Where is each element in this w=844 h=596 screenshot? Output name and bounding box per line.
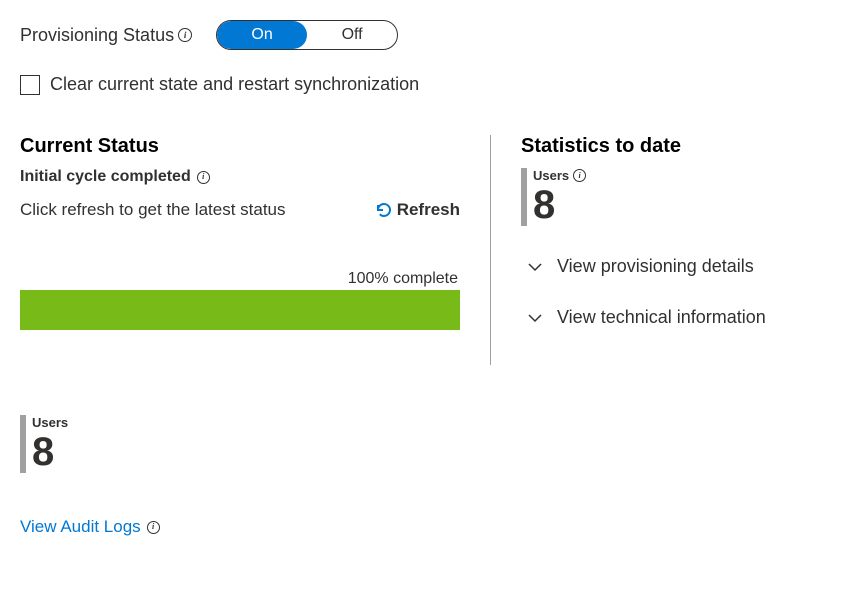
stat-accent-bar xyxy=(521,168,527,226)
stat-accent-bar xyxy=(20,415,26,473)
provisioning-status-toggle[interactable]: On Off xyxy=(216,20,398,50)
stat-users-label: Users xyxy=(533,168,569,183)
refresh-button-label: Refresh xyxy=(397,200,460,220)
view-audit-logs-link[interactable]: View Audit Logs i xyxy=(20,517,160,537)
statistics-heading: Statistics to date xyxy=(521,135,824,158)
refresh-hint: Click refresh to get the latest status xyxy=(20,200,286,220)
chevron-down-icon xyxy=(527,259,543,275)
info-icon[interactable]: i xyxy=(573,169,586,182)
progress-bar xyxy=(20,290,460,330)
clear-state-label: Clear current state and restart synchron… xyxy=(50,74,419,95)
stat-users-value: 8 xyxy=(533,185,586,225)
expand-label: View technical information xyxy=(557,307,766,328)
info-icon[interactable]: i xyxy=(147,521,160,534)
expand-label: View provisioning details xyxy=(557,256,754,277)
clear-state-checkbox[interactable] xyxy=(20,75,40,95)
stat-users-value: 8 xyxy=(32,432,68,472)
refresh-icon xyxy=(375,201,393,219)
provisioning-status-label: Provisioning Status xyxy=(20,25,174,46)
progress-label: 100% complete xyxy=(20,270,460,288)
current-status-heading: Current Status xyxy=(20,135,460,158)
link-label: View Audit Logs xyxy=(20,517,141,537)
toggle-off[interactable]: Off xyxy=(307,21,397,49)
expand-technical-information[interactable]: View technical information xyxy=(521,307,824,328)
toggle-on[interactable]: On xyxy=(217,21,307,49)
chevron-down-icon xyxy=(527,310,543,326)
stat-users-label: Users xyxy=(32,415,68,430)
expand-provisioning-details[interactable]: View provisioning details xyxy=(521,256,824,277)
refresh-button[interactable]: Refresh xyxy=(375,200,460,220)
info-icon[interactable]: i xyxy=(197,171,210,184)
cycle-status-text: Initial cycle completed xyxy=(20,168,191,186)
info-icon[interactable]: i xyxy=(178,28,192,42)
